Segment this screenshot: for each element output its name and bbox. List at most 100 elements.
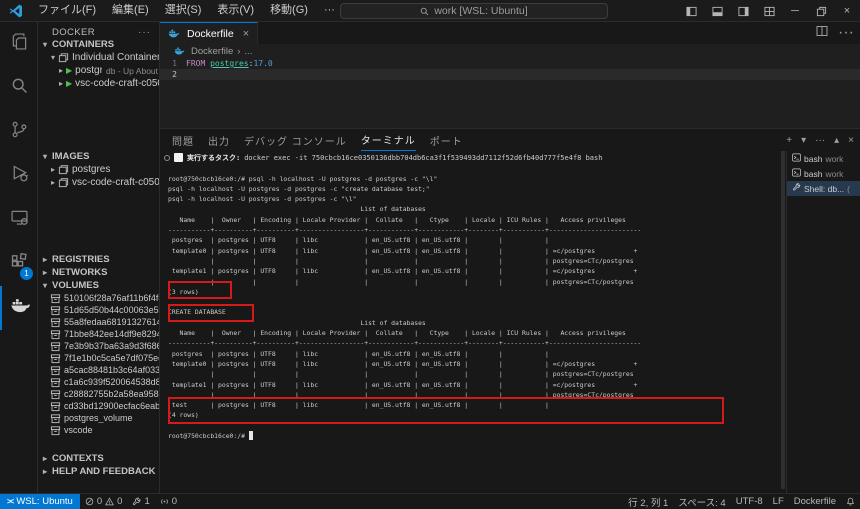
code-token-image-link[interactable]: postgres xyxy=(210,59,249,68)
split-editor-icon[interactable] xyxy=(816,24,828,42)
menu-item[interactable]: ファイル(F) xyxy=(30,0,104,21)
section-header-containers[interactable]: ▾CONTAINERS xyxy=(38,38,159,51)
chevron-right-icon: ▸ xyxy=(40,255,50,264)
panel-more-icon[interactable]: ··· xyxy=(815,135,825,146)
panel-tab-ポート[interactable]: ポート xyxy=(430,130,463,151)
activity-item-search[interactable] xyxy=(0,66,38,110)
tree-item-volume-11[interactable]: vscode xyxy=(38,424,159,436)
line-number: 2 xyxy=(160,70,186,79)
tree-item-volume-7[interactable]: c1a6c939f520064538d8c03a67... xyxy=(38,376,159,388)
section-header-volumes[interactable]: ▾VOLUMES xyxy=(38,279,159,292)
volume-icon xyxy=(50,317,61,328)
new-terminal-icon[interactable]: + xyxy=(786,135,792,146)
breadcrumb[interactable]: Dockerfile › ... xyxy=(160,44,860,58)
terminal-tab-1[interactable]: bashwork xyxy=(787,166,860,181)
indentation[interactable]: スペース: 4 xyxy=(673,494,730,509)
volume-icon xyxy=(50,377,61,388)
menu-item[interactable]: ··· xyxy=(316,0,343,21)
problems-indicator[interactable]: 0 0 xyxy=(80,494,128,509)
layout-panel-icon[interactable] xyxy=(704,0,730,22)
notifications-bell[interactable] xyxy=(841,494,860,509)
tree-item-volume-5[interactable]: 7f1e1b0c5ca5e7df075ecac74fcf... xyxy=(38,352,159,364)
menu-item[interactable]: 移動(G) xyxy=(262,0,316,21)
activity-item-remote-explorer[interactable] xyxy=(0,198,38,242)
tree-item-container-0[interactable]: ▸▶postgresdb - Up About a m... xyxy=(38,64,159,77)
remote-explorer-icon xyxy=(9,207,30,233)
restore-button[interactable] xyxy=(808,0,834,22)
tree-item-volume-10[interactable]: postgres_volume xyxy=(38,412,159,424)
section-header-contexts[interactable]: ▸CONTEXTS xyxy=(38,452,159,465)
container-running-icon: ▶ xyxy=(66,66,72,75)
panel-tab-ターミナル[interactable]: ターミナル xyxy=(361,130,416,151)
sidebar-more-actions-icon[interactable]: ··· xyxy=(138,27,151,38)
section-header-help-and-feedback[interactable]: ▸HELP AND FEEDBACK xyxy=(38,465,159,478)
section-header-registries[interactable]: ▸REGISTRIES xyxy=(38,253,159,266)
tab-dockerfile[interactable]: Dockerfile × xyxy=(160,22,258,44)
section-header-images[interactable]: ▾IMAGES xyxy=(38,150,159,163)
terminal[interactable]: 実行するタスク: docker exec -it 750cbcb16ce0350… xyxy=(160,151,786,493)
editor-more-actions-icon[interactable]: ··· xyxy=(838,24,854,42)
tree-item-volume-6[interactable]: a5cac88481b3c64af033eeacc0e... xyxy=(38,364,159,376)
maximize-panel-icon[interactable]: ▴ xyxy=(834,135,839,146)
chevron-right-icon: ▸ xyxy=(48,165,58,174)
tree-item-volume-1[interactable]: 51d65d50b44c00063e5f23ef84c... xyxy=(38,304,159,316)
volume-icon xyxy=(50,305,61,316)
close-button[interactable]: × xyxy=(834,0,860,22)
terminal-dropdown-icon[interactable]: ▾ xyxy=(801,135,806,146)
panel-tab-問題[interactable]: 問題 xyxy=(172,130,194,151)
item-label: c28882755b2a58ea958d418ed9... xyxy=(64,389,159,399)
tree-item-individual-containers[interactable]: ▾Individual Containers xyxy=(38,51,159,64)
tree-item-volume-9[interactable]: cd33bd12900ecfac6eabf517a10... xyxy=(38,400,159,412)
customize-layout-icon[interactable] xyxy=(756,0,782,22)
minimize-button[interactable]: ─ xyxy=(782,0,808,22)
activity-item-source-control[interactable] xyxy=(0,110,38,154)
item-label: vscode xyxy=(64,425,93,435)
panel-tab-出力[interactable]: 出力 xyxy=(208,130,230,151)
volume-icon xyxy=(50,353,61,364)
tree-item-volume-3[interactable]: 71bbe842ee14df9e8294ece7ce... xyxy=(38,328,159,340)
tree-item-volume-2[interactable]: 55a8fedaa681913276147ab9e4... xyxy=(38,316,159,328)
tree-item-volume-4[interactable]: 7e3b9b37ba63a9d3f686356050... xyxy=(38,340,159,352)
section-header-networks[interactable]: ▸NETWORKS xyxy=(38,266,159,279)
eol[interactable]: LF xyxy=(768,494,789,509)
terminal-scrollbar[interactable] xyxy=(781,151,785,489)
bell-icon xyxy=(846,497,855,506)
section-label: CONTEXTS xyxy=(52,453,104,464)
panel-tab-デバッグ コンソール[interactable]: デバッグ コンソール xyxy=(244,130,347,151)
language-mode[interactable]: Dockerfile xyxy=(789,494,841,509)
tree-item-container-1[interactable]: ▸▶vsc-code-craft-c05039aa9... xyxy=(38,77,159,90)
ports-indicator[interactable]: 0 xyxy=(155,494,182,509)
layout-secondary-sidebar-icon[interactable] xyxy=(730,0,756,22)
running-tasks-indicator[interactable]: 1 xyxy=(127,494,154,509)
volume-icon xyxy=(50,401,61,412)
menu-item[interactable]: 選択(S) xyxy=(157,0,210,21)
activity-item-extensions[interactable]: 1 xyxy=(0,242,38,286)
error-icon xyxy=(85,497,94,506)
menu-item[interactable]: 表示(V) xyxy=(209,0,262,21)
menu-item[interactable]: 編集(E) xyxy=(104,0,157,21)
remote-indicator[interactable]: >< WSL: Ubuntu xyxy=(0,494,80,509)
tree-item-image-0[interactable]: ▸postgres xyxy=(38,163,159,176)
cursor-position[interactable]: 行 2, 列 1 xyxy=(623,494,673,509)
activity-item-docker[interactable] xyxy=(0,286,38,330)
container-group-icon xyxy=(58,52,69,63)
encoding[interactable]: UTF-8 xyxy=(731,494,768,509)
terminal-tab-2[interactable]: Shell: db...( xyxy=(787,181,860,196)
command-center-search[interactable]: work [WSL: Ubuntu] xyxy=(340,3,608,19)
close-panel-icon[interactable]: × xyxy=(848,135,854,146)
tree-item-volume-8[interactable]: c28882755b2a58ea958d418ed9... xyxy=(38,388,159,400)
activity-item-explorer[interactable] xyxy=(0,22,38,66)
volume-icon xyxy=(50,425,61,436)
tab-close-icon[interactable]: × xyxy=(243,28,249,40)
tree-item-image-1[interactable]: ▸vsc-code-craft-c05039aa99... xyxy=(38,176,159,189)
explorer-icon xyxy=(9,31,30,57)
terminal-tab-0[interactable]: bashwork xyxy=(787,151,860,166)
chevron-right-icon: ▸ xyxy=(56,66,66,75)
tree-item-volume-0[interactable]: 510106f28a76af11b6f4f841a5ec... xyxy=(38,292,159,304)
activity-item-run-debug[interactable] xyxy=(0,154,38,198)
item-label: 7f1e1b0c5ca5e7df075ecac74fcf... xyxy=(64,353,159,363)
wrench-icon xyxy=(132,497,141,506)
layout-sidebar-icon[interactable] xyxy=(678,0,704,22)
code-editor[interactable]: 1 FROM postgres:17.0 2 xyxy=(160,58,860,80)
terminal-output: root@750cbcb16ce0:/# psql -h localhost -… xyxy=(168,153,641,441)
